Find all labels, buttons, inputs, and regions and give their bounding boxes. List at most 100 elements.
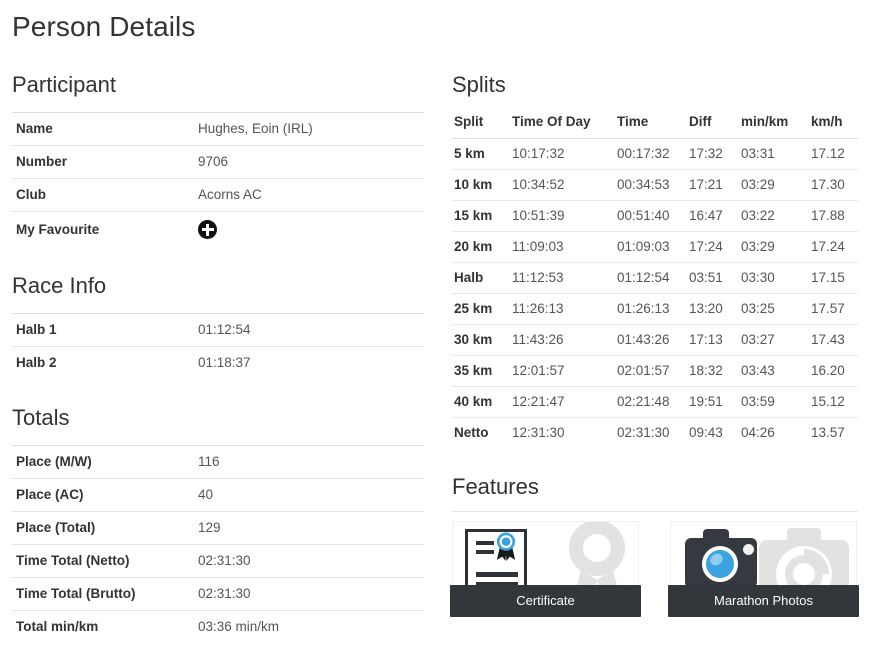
cell-time-of-day: 12:31:30 xyxy=(510,417,615,448)
splits-header-row: Split Time Of Day Time Diff min/km km/h xyxy=(452,112,858,139)
cell-min-km: 03:27 xyxy=(739,324,809,356)
table-row: Total min/km 03:36 min/km xyxy=(12,610,424,644)
right-column: Splits Split Time Of Day Time Diff min/k… xyxy=(450,72,859,617)
cell-time: 00:17:32 xyxy=(617,146,670,161)
race-info-table: Halb 1 01:12:54 Halb 2 01:18:37 xyxy=(12,313,424,379)
cell-time: 02:01:57 xyxy=(615,355,687,387)
table-row: 30 km 11:43:26 01:43:26 17:13 03:27 17.4… xyxy=(452,324,858,356)
cell-diff: 09:43 xyxy=(687,417,739,448)
table-row: 15 km 10:51:39 00:51:40 16:47 03:22 17.8… xyxy=(452,200,858,232)
cell-split: 10 km xyxy=(452,169,510,201)
participant-table: Name Hughes, Eoin (IRL) Number 9706 Club… xyxy=(12,112,424,247)
row-label: Place (Total) xyxy=(16,520,96,535)
cell-min-km: 03:29 xyxy=(739,231,809,263)
cell-time-of-day: 10:51:39 xyxy=(510,200,615,232)
cell-diff: 18:32 xyxy=(687,355,739,387)
table-row: Halb 2 01:18:37 xyxy=(12,346,424,380)
table-row: Time Total (Brutto) 02:31:30 xyxy=(12,577,424,611)
cell-time-of-day: 11:09:03 xyxy=(510,231,615,263)
cell-km-h: 17.15 xyxy=(809,262,858,294)
column-header-time: Time xyxy=(615,112,687,139)
seal-ribbon-icon xyxy=(496,532,516,561)
cell-time-of-day: 10:17:32 xyxy=(512,146,565,161)
cell-time: 01:26:13 xyxy=(615,293,687,325)
row-value: 02:31:30 xyxy=(198,553,251,568)
cell-diff: 13:20 xyxy=(687,293,739,325)
table-row: Netto 12:31:30 02:31:30 09:43 04:26 13.5… xyxy=(452,417,858,448)
row-value: 02:31:30 xyxy=(198,586,251,601)
cell-split: 40 km xyxy=(452,386,510,418)
table-row: Time Total (Netto) 02:31:30 xyxy=(12,544,424,578)
camera-flash-icon xyxy=(743,544,754,555)
cell-time-of-day: 10:34:52 xyxy=(510,169,615,201)
cell-time: 00:34:53 xyxy=(615,169,687,201)
cell-split: 25 km xyxy=(452,293,510,325)
person-details-page: Person Details Participant Name Hughes, … xyxy=(0,0,870,647)
cell-diff: 17:21 xyxy=(687,169,739,201)
cell-split: 15 km xyxy=(452,200,510,232)
participant-heading: Participant xyxy=(12,72,116,97)
table-row: Halb 1 01:12:54 xyxy=(12,313,424,347)
table-row: Club Acorns AC xyxy=(12,178,424,212)
cell-time: 01:12:54 xyxy=(615,262,687,294)
cell-split: Netto xyxy=(452,417,510,448)
column-header-km-h: km/h xyxy=(809,112,858,139)
row-value: 116 xyxy=(198,454,220,469)
row-value: 03:36 min/km xyxy=(198,619,280,634)
cell-km-h: 16.20 xyxy=(809,355,858,387)
totals-heading: Totals xyxy=(12,405,70,430)
cell-time: 01:43:26 xyxy=(615,324,687,356)
cell-km-h: 17.24 xyxy=(809,231,858,263)
table-row: 35 km 12:01:57 02:01:57 18:32 03:43 16.2… xyxy=(452,355,858,387)
cell-time: 01:09:03 xyxy=(615,231,687,263)
row-label: Place (AC) xyxy=(16,487,84,502)
cell-min-km: 03:31 xyxy=(741,146,775,161)
row-value: 01:18:37 xyxy=(198,355,251,370)
column-header-time-of-day: Time Of Day xyxy=(510,112,615,139)
cell-time: 02:21:48 xyxy=(615,386,687,418)
table-row: 40 km 12:21:47 02:21:48 19:51 03:59 15.1… xyxy=(452,386,858,418)
table-row: 5 km 10:17:32 00:17:32 17:32 03:31 17.12 xyxy=(452,139,858,170)
cell-time: 02:31:30 xyxy=(615,417,687,448)
row-label: Place (M/W) xyxy=(16,454,92,469)
cell-diff: 03:51 xyxy=(687,262,739,294)
cell-km-h: 17.88 xyxy=(809,200,858,232)
cell-time: 00:51:40 xyxy=(615,200,687,232)
cell-km-h: 15.12 xyxy=(809,386,858,418)
cell-km-h: 17.43 xyxy=(809,324,858,356)
cell-min-km: 03:30 xyxy=(739,262,809,294)
feature-tile-marathon-photos[interactable]: Marathon Photos xyxy=(668,521,859,617)
table-row: 25 km 11:26:13 01:26:13 13:20 03:25 17.5… xyxy=(452,293,858,325)
row-label: Name xyxy=(16,121,53,136)
cell-min-km: 04:26 xyxy=(739,417,809,448)
row-label: Club xyxy=(16,187,46,202)
feature-tile-certificate[interactable]: Certificate xyxy=(450,521,641,617)
camera-lens-icon xyxy=(702,546,738,582)
cell-km-h: 17.57 xyxy=(809,293,858,325)
cell-km-h: 13.57 xyxy=(809,417,858,448)
marathon-photos-button[interactable]: Marathon Photos xyxy=(668,585,859,617)
table-row: Place (M/W) 116 xyxy=(12,445,424,479)
row-label: Number xyxy=(16,154,68,169)
cell-diff: 19:51 xyxy=(687,386,739,418)
cell-time-of-day: 12:21:47 xyxy=(510,386,615,418)
cell-diff: 16:47 xyxy=(687,200,739,232)
plus-circle-icon[interactable] xyxy=(198,220,217,239)
splits-heading: Splits xyxy=(452,72,506,97)
cell-min-km: 03:59 xyxy=(739,386,809,418)
cell-diff: 17:13 xyxy=(687,324,739,356)
cell-diff: 17:32 xyxy=(689,146,723,161)
cell-split: 35 km xyxy=(452,355,510,387)
certificate-button[interactable]: Certificate xyxy=(450,585,641,617)
cell-min-km: 03:29 xyxy=(739,169,809,201)
table-row: Place (Total) 129 xyxy=(12,511,424,545)
cell-split: Halb xyxy=(452,262,510,294)
features-heading: Features xyxy=(452,474,539,499)
cell-km-h: 17.12 xyxy=(811,146,845,161)
race-info-heading: Race Info xyxy=(12,273,107,298)
column-header-split: Split xyxy=(452,112,510,139)
cell-split: 30 km xyxy=(452,324,510,356)
my-favourite-label: My Favourite xyxy=(16,221,100,237)
